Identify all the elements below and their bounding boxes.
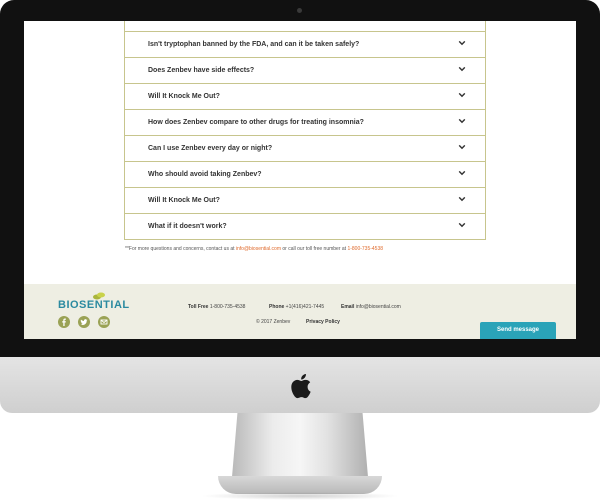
- toll-free-label: Toll Free: [188, 304, 209, 310]
- chevron-down-icon[interactable]: [458, 195, 466, 203]
- faq-item[interactable]: Can I use Zenbev every day or night?: [125, 136, 485, 162]
- monitor-stand: [232, 413, 368, 477]
- faq-item[interactable]: Does Zenbev have side effects?: [125, 58, 485, 84]
- twitter-icon[interactable]: [78, 316, 90, 328]
- send-message-button[interactable]: Send message: [480, 322, 556, 339]
- site-footer: BIOSENTIAL Toll Free 1-800-735-4538 Phon…: [24, 284, 576, 339]
- privacy-policy-label: Privacy Policy: [306, 319, 340, 325]
- phone-info: Phone +1(416)421-7445: [269, 304, 324, 310]
- faq-question: Does Zenbev have side effects?: [148, 67, 255, 74]
- screen: Isn't tryptophan banned by the FDA, and …: [24, 21, 576, 339]
- email-value[interactable]: info@biosential.com: [356, 304, 401, 310]
- facebook-icon[interactable]: [58, 316, 70, 328]
- faq-item[interactable]: Who should avoid taking Zenbev?: [125, 162, 485, 188]
- faq-item[interactable]: Isn't tryptophan banned by the FDA, and …: [125, 32, 485, 58]
- faq-list: Isn't tryptophan banned by the FDA, and …: [124, 21, 486, 240]
- privacy-policy-link[interactable]: Privacy Policy: [306, 319, 340, 325]
- faq-item[interactable]: What if it doesn't work?: [125, 214, 485, 239]
- chevron-down-icon[interactable]: [458, 91, 466, 99]
- apple-logo-icon: [291, 374, 311, 399]
- faq-top-edge: [125, 21, 485, 32]
- faq-question: How does Zenbev compare to other drugs f…: [148, 119, 364, 126]
- chevron-down-icon[interactable]: [458, 117, 466, 125]
- faq-question: Will It Knock Me Out?: [148, 197, 220, 204]
- faq-item[interactable]: Will It Knock Me Out?: [125, 84, 485, 110]
- chevron-down-icon[interactable]: [458, 221, 466, 229]
- phone-label: Phone: [269, 304, 285, 310]
- faq-item[interactable]: Will It Knock Me Out?: [125, 188, 485, 214]
- chevron-down-icon[interactable]: [458, 143, 466, 151]
- faq-question: What if it doesn't work?: [148, 223, 227, 230]
- chevron-down-icon[interactable]: [458, 65, 466, 73]
- note-middle: or call our toll free number at: [281, 246, 348, 252]
- chevron-down-icon[interactable]: [458, 169, 466, 177]
- faq-question: Isn't tryptophan banned by the FDA, and …: [148, 41, 360, 48]
- copyright: © 2017 Zenbev: [256, 319, 291, 325]
- email-info: Email info@biosential.com: [341, 304, 401, 310]
- note-prefix: **For more questions and concerns, conta…: [125, 246, 236, 252]
- toll-free-info: Toll Free 1-800-735-4538: [188, 304, 245, 310]
- faq-item[interactable]: How does Zenbev compare to other drugs f…: [125, 110, 485, 136]
- camera-dot: [297, 8, 302, 13]
- contact-note: **For more questions and concerns, conta…: [125, 246, 383, 252]
- email-link[interactable]: info@biosential.com: [236, 246, 281, 252]
- phone-link[interactable]: 1-800-735-4538: [347, 246, 383, 252]
- faq-question: Can I use Zenbev every day or night?: [148, 145, 273, 152]
- faq-question: Who should avoid taking Zenbev?: [148, 171, 262, 178]
- chevron-down-icon[interactable]: [458, 39, 466, 47]
- phone-value[interactable]: +1(416)421-7445: [286, 304, 325, 310]
- stand-shadow: [200, 492, 400, 500]
- email-label: Email: [341, 304, 355, 310]
- faq-question: Will It Knock Me Out?: [148, 93, 220, 100]
- brand-logo[interactable]: BIOSENTIAL: [58, 299, 130, 311]
- toll-free-value[interactable]: 1-800-735-4538: [210, 304, 246, 310]
- mail-icon[interactable]: [98, 316, 110, 328]
